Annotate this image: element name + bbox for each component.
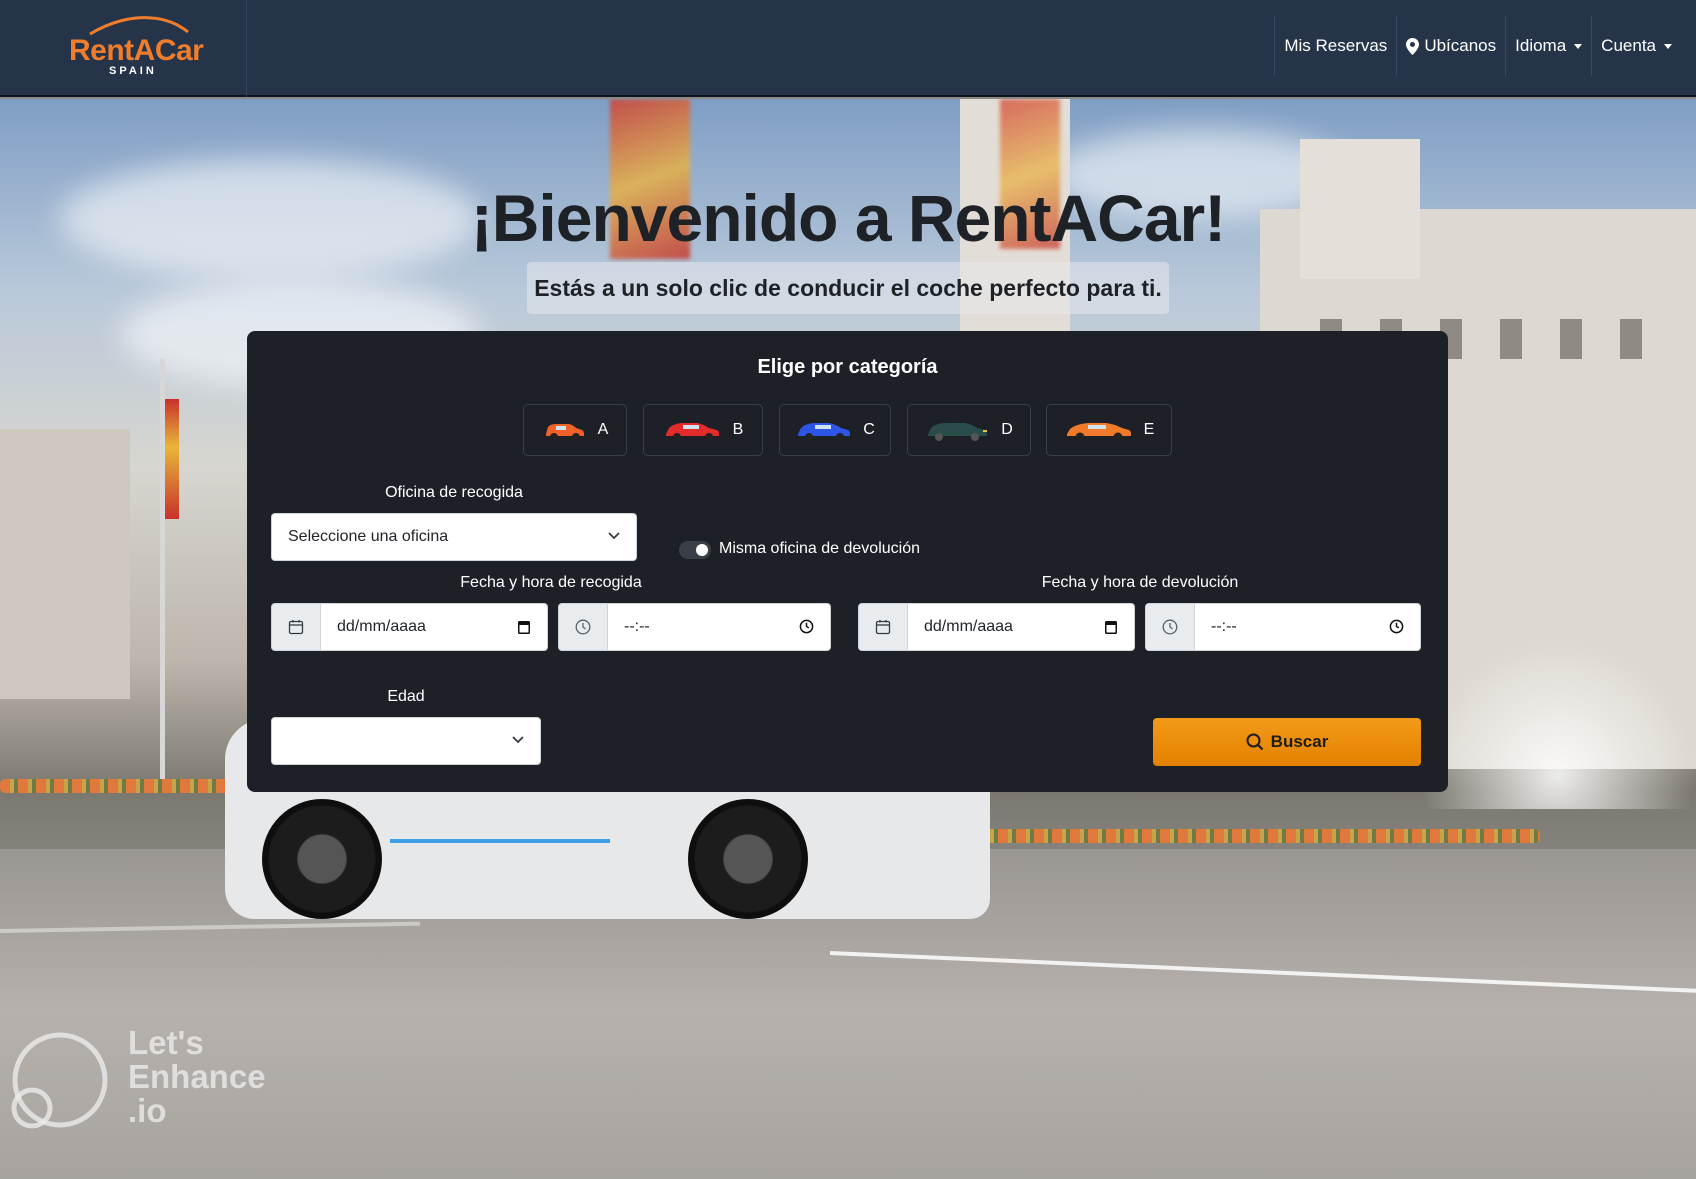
caret-down-icon [1664, 43, 1672, 49]
nav-item-mis-reservas[interactable]: Mis Reservas [1274, 16, 1396, 76]
age-select[interactable] [271, 717, 541, 765]
pickup-time-placeholder: --:-- [624, 618, 650, 635]
car-wheel [688, 799, 808, 919]
hero-title: ¡Bienvenido a RentACar! [470, 181, 1226, 255]
same-office-label: Misma oficina de devolución [719, 540, 920, 557]
lets-enhance-logo-icon [11, 1032, 108, 1129]
clock-picker-icon[interactable] [1389, 619, 1404, 634]
left-building [0, 429, 130, 699]
nav-item-label: Mis Reservas [1284, 36, 1388, 55]
return-date-input[interactable]: dd/mm/aaaa [907, 603, 1135, 651]
car-e-icon [1066, 423, 1131, 442]
spain-flag [165, 399, 179, 519]
clock-addon [1145, 603, 1195, 651]
brand-tagline: SPAIN [109, 65, 157, 77]
calendar-icon [288, 620, 304, 635]
return-datetime-label: Fecha y hora de devolución [1041, 574, 1239, 591]
car-blue-trim [390, 839, 610, 843]
nav-item-ubicanos[interactable]: Ubícanos [1396, 16, 1505, 76]
window [1620, 319, 1642, 359]
category-label: E [1143, 421, 1155, 438]
calendar-addon [858, 603, 908, 651]
chevron-down-icon [512, 736, 524, 744]
brand-name: RentACar [69, 34, 204, 67]
clock-addon [558, 603, 608, 651]
category-label: A [597, 421, 609, 438]
category-button-d[interactable]: D [907, 404, 1031, 456]
nav-item-idioma[interactable]: Idioma [1505, 16, 1591, 76]
nav-item-label: Idioma [1515, 36, 1567, 55]
category-button-a[interactable]: A [523, 404, 627, 456]
nav-item-label: Ubícanos [1424, 36, 1497, 55]
calendar-picker-icon[interactable] [1104, 619, 1118, 635]
pickup-datetime-label: Fecha y hora de recogida [460, 574, 642, 591]
caret-down-icon [1574, 43, 1583, 49]
watermark-line: Let's [128, 1024, 204, 1061]
clock-icon [575, 619, 591, 635]
search-card: Elige por categoría A B C D E Oficina de… [247, 331, 1448, 792]
pickup-time-input[interactable]: --:-- [607, 603, 831, 651]
brand-logo[interactable]: RentACar SPAIN [62, 14, 204, 78]
return-date-placeholder: dd/mm/aaaa [924, 618, 1013, 635]
hero-subtitle-box: Estás a un solo clic de conducir el coch… [527, 262, 1169, 314]
pickup-office-value: Seleccione una oficina [288, 528, 449, 545]
category-label: B [732, 421, 744, 438]
car-d-icon [928, 423, 988, 441]
category-label: C [863, 421, 875, 438]
clock-icon [1162, 619, 1178, 635]
clock-picker-icon[interactable] [799, 619, 814, 634]
car-wheel [262, 799, 382, 919]
search-icon [1246, 733, 1263, 751]
return-time-input[interactable]: --:-- [1194, 603, 1421, 651]
logo-divider [246, 0, 247, 97]
toggle-knob [696, 544, 708, 556]
category-label: D [1001, 421, 1013, 438]
pickup-date-input[interactable]: dd/mm/aaaa [320, 603, 548, 651]
category-title: Elige por categoría [757, 356, 938, 378]
flower-bed [0, 779, 240, 793]
watermark-text: Let's Enhance .io [128, 1026, 266, 1128]
same-office-toggle[interactable] [679, 541, 711, 559]
chevron-down-icon [608, 532, 620, 540]
top-navbar: RentACar SPAIN Mis Reservas Ubícanos Idi… [0, 0, 1696, 97]
pickup-date-placeholder: dd/mm/aaaa [337, 618, 426, 635]
watermark-line: .io [128, 1092, 167, 1129]
flower-bed [980, 829, 1540, 843]
age-label: Edad [387, 688, 425, 705]
fountain [1420, 639, 1696, 809]
car-a-icon [545, 424, 584, 441]
pickup-office-select[interactable]: Seleccione una oficina [271, 513, 637, 561]
pickup-office-label: Oficina de recogida [385, 484, 523, 501]
watermark-line: Enhance [128, 1058, 266, 1095]
calendar-icon [875, 620, 891, 635]
car-roof-arc-icon [89, 16, 189, 36]
car-c-icon [798, 423, 851, 441]
nav-item-cuenta[interactable]: Cuenta [1591, 16, 1696, 76]
search-button-label: Buscar [1270, 732, 1329, 751]
category-button-c[interactable]: C [779, 404, 891, 456]
search-button[interactable]: Buscar [1153, 718, 1421, 766]
nav-item-label: Cuenta [1601, 36, 1656, 55]
hero-subtitle: Estás a un solo clic de conducir el coch… [534, 275, 1162, 301]
car-b-icon [665, 423, 719, 441]
nav-menu: Mis Reservas Ubícanos Idioma Cuenta [1274, 16, 1696, 76]
calendar-addon [271, 603, 321, 651]
window [1560, 319, 1582, 359]
category-button-e[interactable]: E [1046, 404, 1172, 456]
return-time-placeholder: --:-- [1211, 618, 1237, 635]
map-marker-icon [1406, 37, 1420, 55]
category-button-b[interactable]: B [643, 404, 763, 456]
calendar-picker-icon[interactable] [517, 619, 531, 635]
window [1500, 319, 1522, 359]
